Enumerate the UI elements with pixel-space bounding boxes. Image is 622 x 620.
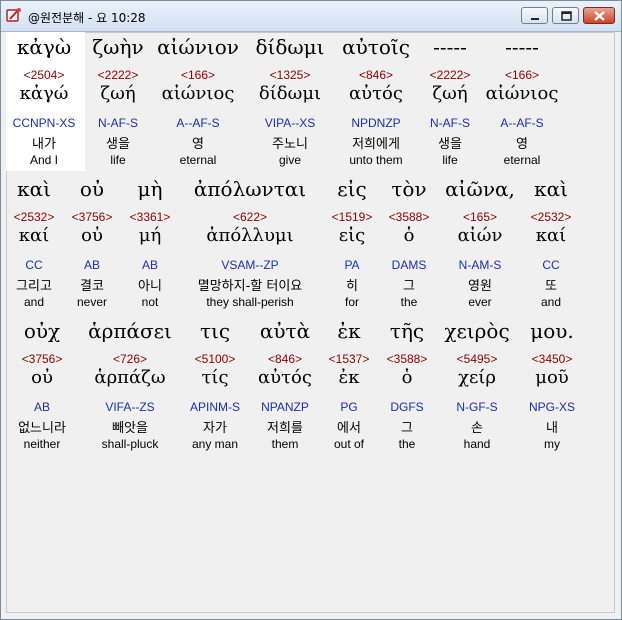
korean-gloss: 영 (516, 137, 528, 152)
window-title: @원전분해 - 요 10:28 (28, 11, 146, 25)
close-button[interactable] (583, 7, 615, 24)
maximize-button[interactable] (552, 7, 579, 24)
strong-number: <166> (504, 68, 540, 82)
greek-word: μου. (530, 319, 574, 343)
strong-number: <3450> (531, 352, 573, 366)
greek-word: καὶ (534, 177, 568, 201)
lemma: καί (535, 225, 567, 246)
main-window: @원전분해 - 요 10:28 κἀγὼ <2504> κἀγώ CCNPN-X… (0, 0, 622, 620)
strong-number: <2532> (530, 210, 572, 224)
english-gloss: and (540, 295, 562, 309)
maximize-icon (561, 11, 572, 21)
minimize-button[interactable] (521, 7, 548, 24)
minimize-icon (531, 18, 539, 20)
bible-app-icon[interactable] (6, 7, 22, 23)
lemma: αἰώνιος (485, 83, 559, 104)
parsing-code: NPG-XS (528, 400, 575, 414)
korean-gloss: 내 (546, 421, 558, 436)
english-gloss: my (544, 437, 560, 451)
title-bar[interactable]: @원전분해 - 요 10:28 (1, 1, 621, 32)
lemma: μοῦ (535, 367, 569, 388)
parsing-code: CC (542, 258, 560, 272)
parsing-code: A--AF-S (500, 116, 544, 130)
greek-word: ----- (505, 35, 539, 59)
close-icon (594, 11, 605, 21)
english-gloss: eternal (503, 153, 541, 167)
korean-gloss: 또 (545, 279, 557, 294)
